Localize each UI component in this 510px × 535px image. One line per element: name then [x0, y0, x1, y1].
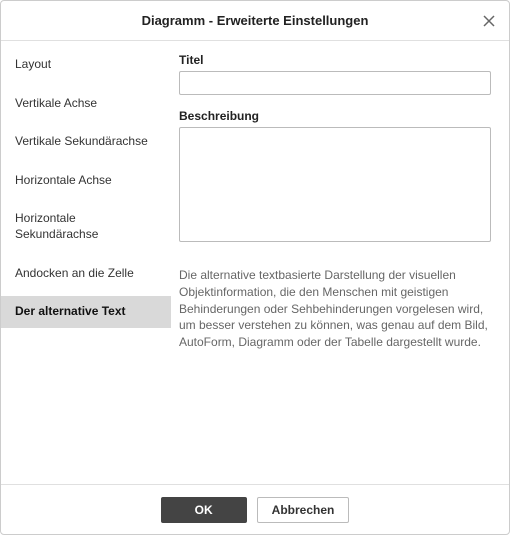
sidebar-item-label: Vertikale Achse: [15, 96, 97, 110]
sidebar-item-vertical-axis[interactable]: Vertikale Achse: [1, 88, 171, 120]
sidebar: Layout Vertikale Achse Vertikale Sekundä…: [1, 41, 171, 484]
close-icon: [482, 14, 496, 28]
dialog: Diagramm - Erweiterte Einstellungen Layo…: [0, 0, 510, 535]
description-section: Beschreibung: [179, 109, 491, 245]
title-label: Titel: [179, 53, 491, 67]
sidebar-item-label: Horizontale Sekundärachse: [15, 211, 98, 241]
help-text: Die alternative textbasierte Darstellung…: [179, 267, 491, 351]
sidebar-item-vertical-secondary-axis[interactable]: Vertikale Sekundärachse: [1, 126, 171, 158]
sidebar-item-alt-text[interactable]: Der alternative Text: [1, 296, 171, 328]
sidebar-item-label: Der alternative Text: [15, 304, 126, 318]
titlebar: Diagramm - Erweiterte Einstellungen: [1, 1, 509, 41]
sidebar-item-label: Andocken an die Zelle: [15, 266, 134, 280]
sidebar-item-label: Horizontale Achse: [15, 173, 112, 187]
dialog-body: Layout Vertikale Achse Vertikale Sekundä…: [1, 41, 509, 484]
ok-button[interactable]: OK: [161, 497, 247, 523]
dialog-title: Diagramm - Erweiterte Einstellungen: [142, 13, 369, 28]
description-label: Beschreibung: [179, 109, 491, 123]
sidebar-item-label: Vertikale Sekundärachse: [15, 134, 148, 148]
content-panel: Titel Beschreibung Die alternative textb…: [171, 41, 509, 484]
sidebar-item-label: Layout: [15, 57, 51, 71]
sidebar-item-horizontal-secondary-axis[interactable]: Horizontale Sekundärachse: [1, 203, 171, 250]
dialog-footer: OK Abbrechen: [1, 484, 509, 534]
cancel-button[interactable]: Abbrechen: [257, 497, 350, 523]
sidebar-item-layout[interactable]: Layout: [1, 49, 171, 81]
sidebar-item-horizontal-axis[interactable]: Horizontale Achse: [1, 165, 171, 197]
title-section: Titel: [179, 53, 491, 95]
title-input[interactable]: [179, 71, 491, 95]
sidebar-item-dock-to-cell[interactable]: Andocken an die Zelle: [1, 258, 171, 290]
close-button[interactable]: [479, 11, 499, 31]
description-textarea[interactable]: [179, 127, 491, 242]
